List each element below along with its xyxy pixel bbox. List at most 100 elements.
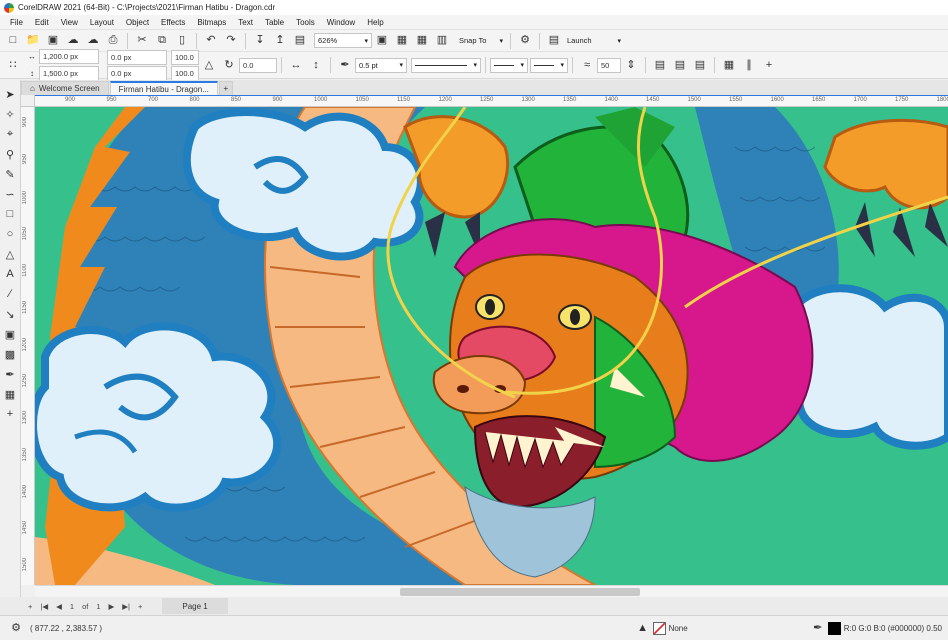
menu-table[interactable]: Table (259, 18, 290, 27)
menu-file[interactable]: File (4, 18, 29, 27)
menu-edit[interactable]: Edit (29, 18, 55, 27)
curve-smoothing-field[interactable]: 50 (597, 57, 621, 73)
scale-width-field[interactable]: 100.0 (171, 49, 199, 65)
horizontal-scrollbar[interactable] (35, 585, 948, 597)
application-launcher-icon[interactable]: ▤ (546, 33, 562, 49)
object-x-field[interactable]: 0.0 px (107, 49, 167, 65)
add-page-before-icon[interactable]: + (28, 602, 32, 611)
menu-window[interactable]: Window (321, 18, 361, 27)
ruler-origin[interactable] (21, 95, 35, 107)
mirror-vertical-icon[interactable]: ↕ (308, 57, 324, 73)
settings-gear-icon[interactable]: ⚙ (8, 620, 24, 636)
outline-pen-icon[interactable]: ✒ (810, 620, 826, 636)
outline-width-dropdown[interactable]: 0.5 pt ▾ (355, 57, 407, 73)
freehand-tool-icon[interactable]: ✎ (2, 166, 18, 182)
menu-tools[interactable]: Tools (290, 18, 321, 27)
new-tab-button[interactable]: + (218, 81, 233, 95)
undo-icon[interactable]: ↶ (203, 33, 219, 49)
cloud-upload-icon[interactable]: ☁ (85, 33, 101, 49)
menu-bitmaps[interactable]: Bitmaps (191, 18, 232, 27)
scale-height-field[interactable]: 100.0 (171, 65, 199, 81)
drawing-canvas[interactable] (35, 107, 948, 585)
start-arrowhead-dropdown[interactable]: ▾ (490, 57, 528, 73)
menu-effects[interactable]: Effects (155, 18, 191, 27)
object-width-field[interactable]: 1,200.0 px (39, 49, 99, 64)
fill-bucket-icon[interactable]: ▲ (635, 620, 651, 636)
line-style-dropdown[interactable]: ▾ (411, 57, 481, 73)
quick-customize-icon[interactable]: ▦ (721, 57, 737, 73)
object-origin-icon[interactable]: ∷ (5, 57, 21, 73)
publish-pdf-icon[interactable]: ▤ (292, 33, 308, 49)
rectangle-tool-icon[interactable]: □ (2, 206, 18, 222)
show-guidelines-icon[interactable]: ▥ (434, 33, 450, 49)
new-document-icon[interactable]: □ (5, 33, 21, 49)
options-gear-icon[interactable]: ⚙ (517, 33, 533, 49)
last-page-icon[interactable]: ▶| (122, 602, 130, 611)
ruler-tick-label: 900 (65, 97, 76, 103)
show-grid-icon[interactable]: ▦ (414, 33, 430, 49)
wrap-text-icon[interactable]: ▤ (652, 57, 668, 73)
scrollbar-thumb[interactable] (400, 588, 640, 596)
launch-dropdown[interactable]: Launch ▾ (564, 33, 624, 48)
parallel-dimension-tool-icon[interactable]: ∕ (2, 286, 18, 302)
smoothing-slider-icon[interactable]: ⇕ (623, 57, 639, 73)
object-y-field[interactable]: 0.0 px (107, 65, 167, 81)
menu-object[interactable]: Object (120, 18, 155, 27)
crop-tool-icon[interactable]: ⌖ (2, 126, 18, 142)
shape-tool-icon[interactable]: ✧ (2, 106, 18, 122)
add-tool-icon[interactable]: + (2, 406, 18, 422)
rotation-angle-field[interactable]: 0.0 (239, 57, 277, 73)
object-height-field[interactable]: 1,500.0 px (39, 66, 99, 81)
show-rulers-icon[interactable]: ▦ (394, 33, 410, 49)
paste-icon[interactable]: ▯ (174, 33, 190, 49)
cut-icon[interactable]: ✂ (134, 33, 150, 49)
menu-text[interactable]: Text (232, 18, 259, 27)
menu-layout[interactable]: Layout (84, 18, 120, 27)
full-screen-preview-icon[interactable]: ▣ (374, 33, 390, 49)
add-page-after-icon[interactable]: + (138, 602, 142, 611)
ellipse-tool-icon[interactable]: ○ (2, 226, 18, 242)
interactive-fill-tool-icon[interactable]: ▦ (2, 386, 18, 402)
export-icon[interactable]: ↥ (272, 33, 288, 49)
pick-tool-icon[interactable]: ➤ (2, 86, 18, 102)
artistic-media-tool-icon[interactable]: ∽ (2, 186, 18, 202)
redo-icon[interactable]: ↷ (223, 33, 239, 49)
menu-view[interactable]: View (55, 18, 84, 27)
lock-ratio-icon[interactable]: △ (201, 57, 217, 73)
open-folder-icon[interactable]: 📁 (25, 33, 41, 49)
first-page-icon[interactable]: |◀ (40, 602, 48, 611)
end-arrowhead-dropdown[interactable]: ▾ (530, 57, 568, 73)
current-page-number[interactable]: 1 (70, 602, 74, 611)
tab-dragon-document[interactable]: Firman Hatibu - Dragon... (109, 81, 218, 95)
mirror-horizontal-icon[interactable]: ↔ (288, 57, 304, 73)
page-tab[interactable]: Page 1 (162, 598, 228, 614)
zoom-dropdown[interactable]: 626% ▾ (314, 33, 372, 48)
eyedropper-tool-icon[interactable]: ✒ (2, 366, 18, 382)
next-page-icon[interactable]: ▶ (109, 602, 115, 611)
zoom-tool-icon[interactable]: ⚲ (2, 146, 18, 162)
save-icon[interactable]: ▣ (45, 33, 61, 49)
transparency-tool-icon[interactable]: ▩ (2, 346, 18, 362)
tab-welcome-screen[interactable]: ⌂ Welcome Screen (21, 81, 109, 95)
to-front-icon[interactable]: ▤ (672, 57, 688, 73)
cloud-save-icon[interactable]: ☁ (65, 33, 81, 49)
align-icon[interactable]: ∥ (741, 57, 757, 73)
import-icon[interactable]: ↧ (252, 33, 268, 49)
snap-to-dropdown[interactable]: Snap To ▾ (456, 33, 506, 48)
add-icon[interactable]: + (761, 57, 777, 73)
horizontal-ruler[interactable]: 900 950 700 800 850 900 1000 1050 1150 1200 1250 13… (35, 95, 948, 107)
print-icon[interactable]: ⎙ (105, 33, 121, 49)
polygon-tool-icon[interactable]: △ (2, 246, 18, 262)
no-fill-swatch[interactable] (652, 621, 666, 635)
text-tool-icon[interactable]: A (2, 266, 18, 282)
vertical-ruler[interactable]: 900 950 1000 1050 1100 1150 1200 1250 1300 1350 14… (21, 107, 35, 585)
previous-page-icon[interactable]: ◀ (56, 602, 62, 611)
toolbar-separator (245, 32, 246, 49)
outline-color-swatch[interactable] (827, 621, 841, 635)
toolbar-separator (645, 57, 646, 73)
drop-shadow-tool-icon[interactable]: ▣ (2, 326, 18, 342)
menu-help[interactable]: Help (361, 18, 389, 27)
connector-tool-icon[interactable]: ↘ (2, 306, 18, 322)
to-back-icon[interactable]: ▤ (692, 57, 708, 73)
copy-icon[interactable]: ⧉ (154, 33, 170, 49)
